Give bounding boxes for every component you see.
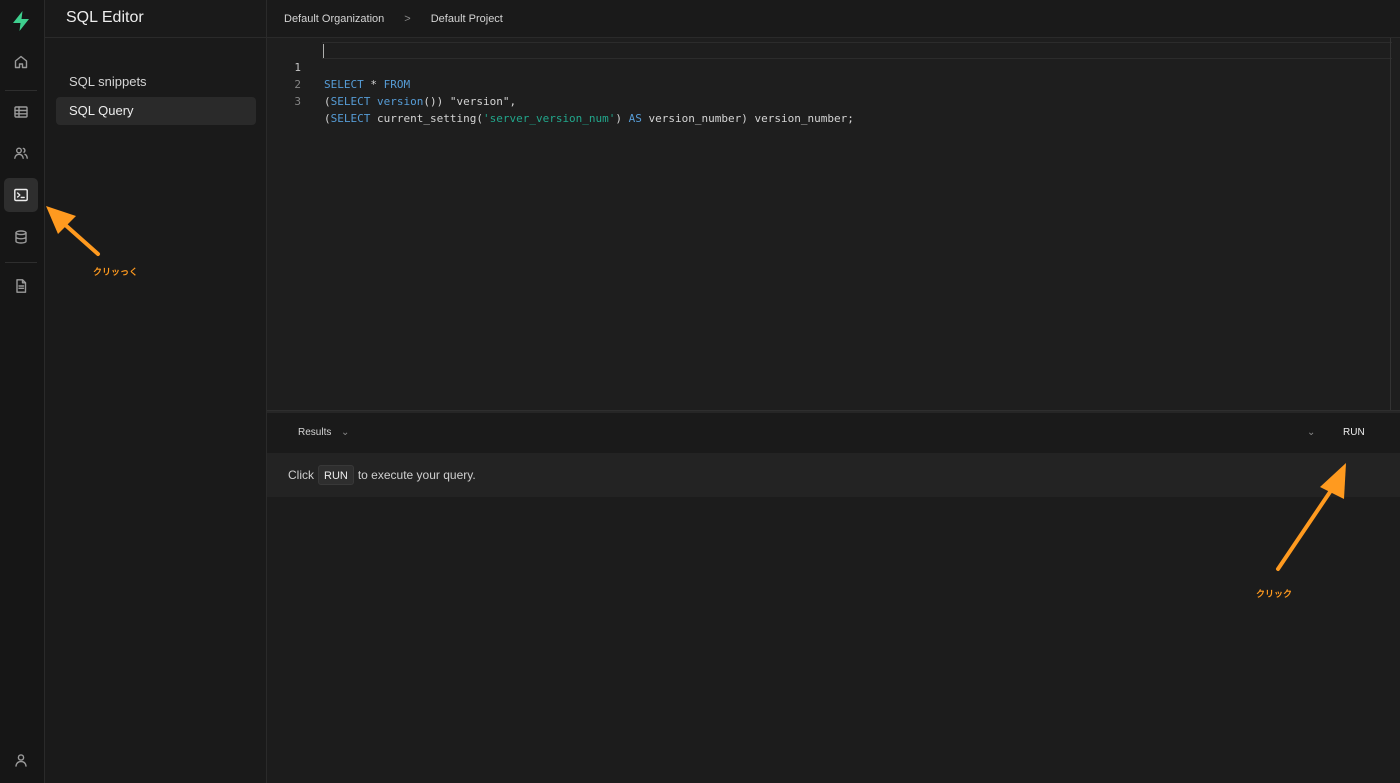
breadcrumb-project[interactable]: Default Project	[431, 13, 503, 25]
document-icon[interactable]	[4, 269, 38, 303]
run-button[interactable]: RUN	[1343, 427, 1365, 438]
table-icon[interactable]	[4, 95, 38, 129]
rail-divider	[5, 262, 37, 263]
results-tab[interactable]: Results	[298, 427, 331, 438]
home-icon[interactable]	[4, 45, 38, 79]
code-token: current_setting(	[370, 112, 483, 125]
code-token: ()) "version",	[423, 95, 517, 108]
annotation-left-note: クリッっく	[93, 268, 139, 278]
code-token: SELECT	[330, 95, 371, 108]
code-text[interactable]: (SELECT version()) "version",	[324, 93, 516, 110]
rail-divider	[5, 90, 37, 91]
editor-scrollbar[interactable]	[1390, 38, 1400, 410]
run-hint: Click RUN to execute your query.	[267, 453, 1400, 497]
line-number: 3	[294, 95, 301, 108]
code-token: )	[615, 112, 629, 125]
code-token: AS	[628, 112, 642, 125]
code-token: (	[324, 112, 331, 125]
terminal-icon[interactable]	[4, 178, 38, 212]
database-icon[interactable]	[4, 220, 38, 254]
code-line-1[interactable]: 1 SELECT * FROM	[267, 42, 1387, 91]
run-options-chevron-icon[interactable]: ⌄	[1307, 427, 1315, 438]
sql-editor-panel: SQL Editor SQL snippets SQL Query	[45, 0, 267, 783]
code-token: (	[324, 95, 331, 108]
users-icon[interactable]	[4, 136, 38, 170]
results-toolbar: Results ⌄ ⌄ RUN	[267, 413, 1400, 453]
results-area	[267, 497, 1400, 783]
breadcrumb: Default Organization > Default Project	[267, 0, 1400, 38]
annotation-right-note: クリック	[1256, 590, 1293, 600]
code-editor[interactable]: 1 SELECT * FROM 2 (SELECT version()) "ve…	[267, 38, 1400, 410]
sql-query-item[interactable]: SQL Query	[56, 97, 256, 125]
code-text[interactable]: (SELECT current_setting('server_version_…	[324, 110, 854, 127]
chevron-down-icon[interactable]: ⌄	[341, 427, 349, 438]
sql-snippets-item[interactable]: SQL snippets	[56, 68, 256, 96]
hint-text-after: to execute your query.	[357, 468, 476, 482]
icon-rail	[0, 0, 45, 783]
code-line-3[interactable]: 3 (SELECT current_setting('server_versio…	[267, 76, 1387, 125]
breadcrumb-chevron-icon: >	[404, 12, 411, 25]
hint-run-key: RUN	[318, 465, 354, 485]
breadcrumb-organization[interactable]: Default Organization	[284, 13, 384, 25]
text-caret	[323, 44, 324, 58]
code-line-2[interactable]: 2 (SELECT version()) "version",	[267, 59, 1387, 108]
hint-text-before: Click	[288, 468, 314, 482]
code-token: SELECT	[330, 112, 371, 125]
user-icon[interactable]	[4, 743, 38, 777]
code-token: 'server_version_num'	[482, 112, 616, 125]
supabase-logo-icon[interactable]	[9, 9, 33, 33]
code-token: version_number) version_number;	[641, 112, 854, 125]
panel-title: SQL Editor	[45, 0, 266, 38]
code-token: version	[377, 95, 424, 108]
